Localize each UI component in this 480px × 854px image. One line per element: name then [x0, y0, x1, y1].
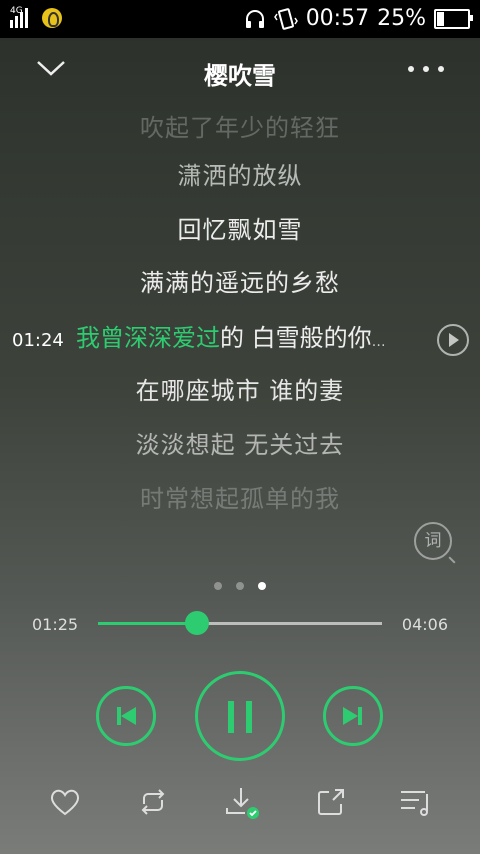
vibrate-icon [273, 7, 298, 30]
skip-next-icon [343, 707, 362, 725]
status-bar: 4G 00:57 25% [0, 0, 480, 38]
lyric-search-icon[interactable]: 词 [414, 522, 452, 560]
total-time: 04:06 [401, 615, 448, 634]
lyric-line: 时常想起孤单的我 [140, 485, 340, 513]
page-indicator [214, 582, 266, 590]
lyric-line: 吹起了年少的轻狂 [140, 114, 340, 142]
current-lyric-ellipsis: … [371, 334, 386, 350]
signal-icon: 4G [10, 7, 36, 28]
battery-icon [434, 8, 473, 29]
current-lyric-rest: 的 白雪般的你 [220, 324, 372, 352]
page-dot [236, 582, 244, 590]
lyric-seek-time: 01:24 [12, 330, 64, 351]
lyric-line: 潇洒的放纵 [177, 162, 303, 190]
elapsed-time: 01:25 [32, 615, 79, 634]
pause-icon [228, 701, 234, 733]
heart-icon[interactable] [47, 784, 83, 820]
progress-fill [98, 622, 198, 625]
lyric-line: 满满的遥远的乡愁 [140, 269, 340, 297]
skip-previous-icon [117, 707, 136, 725]
qq-notification-icon [42, 8, 62, 28]
page-dot [258, 582, 266, 590]
status-left: 4G [10, 7, 62, 28]
lyric-line: 在哪座城市 谁的妻 [135, 377, 345, 405]
pause-button[interactable] [195, 671, 285, 761]
current-lyric-line: 我曾深深爱过的 白雪般的你… [76, 318, 386, 353]
share-icon[interactable] [313, 784, 349, 820]
progress-slider[interactable] [98, 611, 382, 635]
previous-button[interactable] [96, 686, 156, 746]
repeat-icon[interactable] [135, 784, 171, 820]
next-button[interactable] [323, 686, 383, 746]
lyric-line: 淡淡想起 无关过去 [135, 431, 345, 459]
status-right: 00:57 25% [244, 6, 473, 31]
play-from-lyric-icon[interactable] [437, 324, 469, 356]
clock: 00:57 [305, 6, 370, 31]
more-options-icon[interactable] [408, 64, 444, 74]
download-icon[interactable] [223, 784, 259, 820]
headphones-icon [245, 9, 264, 28]
battery-percent: 25% [377, 6, 426, 31]
page-dot [214, 582, 222, 590]
lyric-line: 回忆飘如雪 [177, 216, 303, 244]
progress-thumb[interactable] [185, 611, 210, 635]
playlist-icon[interactable] [399, 784, 435, 820]
current-lyric-highlight: 我曾深深爱过 [76, 324, 220, 352]
